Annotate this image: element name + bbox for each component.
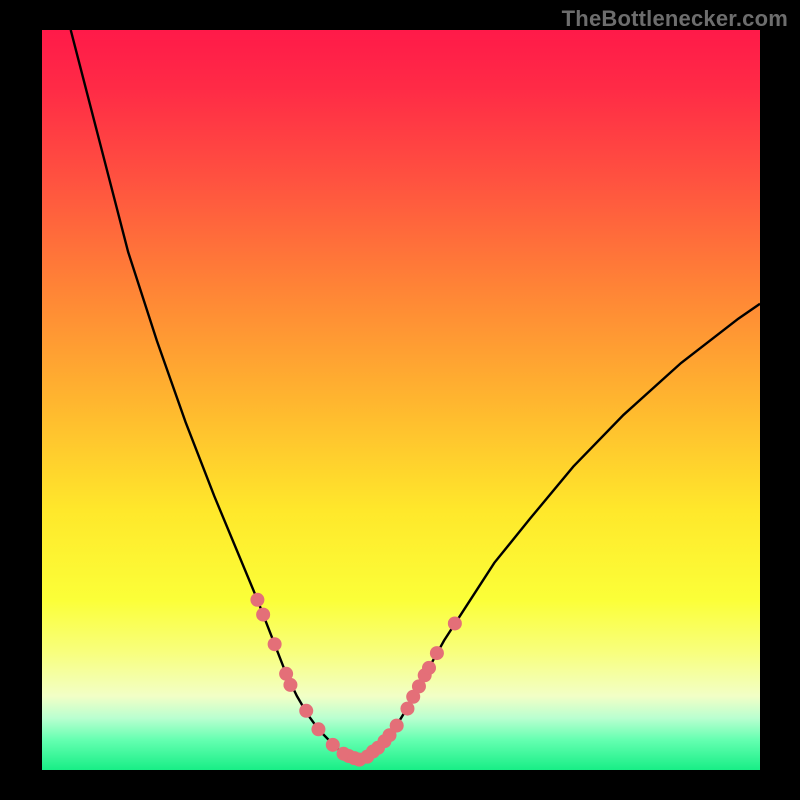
marker-group (250, 593, 461, 767)
plot-area (42, 30, 760, 770)
marker-dot (390, 719, 404, 733)
marker-dot (430, 646, 444, 660)
marker-dot (326, 738, 340, 752)
marker-dot (256, 608, 270, 622)
curve-left (71, 30, 358, 760)
marker-dot (299, 704, 313, 718)
chart-frame: TheBottlenecker.com (0, 0, 800, 800)
marker-dot (283, 678, 297, 692)
chart-svg (42, 30, 760, 770)
marker-dot (311, 722, 325, 736)
marker-dot (250, 593, 264, 607)
marker-dot (448, 616, 462, 630)
marker-dot (268, 637, 282, 651)
marker-dot (422, 661, 436, 675)
watermark-text: TheBottlenecker.com (562, 6, 788, 32)
